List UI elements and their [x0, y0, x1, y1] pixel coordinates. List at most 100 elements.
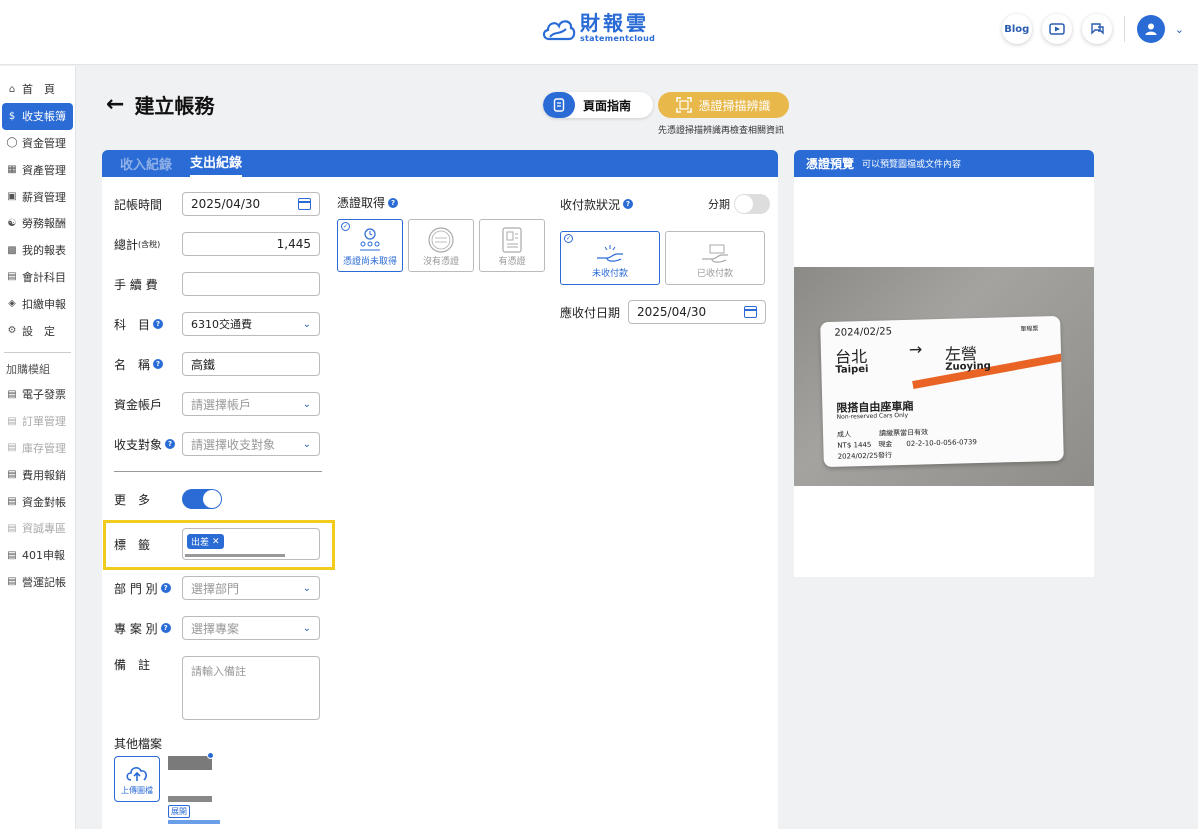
sidebar-item-home[interactable]: ⌂ 首 頁 — [0, 76, 75, 103]
subject-label: 科 目? — [114, 316, 182, 333]
brand-logo[interactable]: 財報雲 statementcloud — [540, 12, 655, 43]
chevron-down-icon: ⌄ — [302, 622, 311, 634]
sidebar-item-operations[interactable]: ▤ 營運記帳 — [0, 569, 75, 596]
expand-button[interactable]: 展開 — [168, 805, 190, 818]
sidebar-item-reconcile[interactable]: ▤ 資金對帳 — [0, 488, 75, 515]
ticket-type: 單程票 — [1020, 325, 1039, 333]
video-icon — [1049, 23, 1065, 35]
chevron-down-icon[interactable]: ⌄ — [1175, 23, 1184, 36]
help-icon[interactable]: ? — [160, 623, 171, 633]
other-files-label: 其他檔案 — [114, 737, 163, 751]
tag-input[interactable]: 出差 ✕ — [182, 528, 320, 560]
upload-button[interactable]: 上傳圖檔 — [114, 756, 160, 802]
sidebar-item-payroll[interactable]: ▣ 薪資管理 — [0, 183, 75, 210]
file-thumbnail-item: 展開 — [168, 752, 220, 824]
voucher-option-label: 憑證尚未取得 — [342, 257, 397, 267]
voucher-preview-card: 憑證預覽 可以預覽圖檔或文件內容 2024/02/25 單程票 台北 → 左營 … — [794, 150, 1094, 577]
account-select[interactable]: 請選擇帳戶 ⌄ — [182, 392, 320, 416]
user-avatar[interactable] — [1136, 15, 1165, 43]
payment-row: 收付款狀況? 分期 — [560, 194, 770, 214]
subject-label-text: 科 目 — [114, 317, 151, 332]
sidebar-item-accounts[interactable]: ▤ 會計科目 — [0, 264, 75, 291]
tag-chip[interactable]: 出差 ✕ — [187, 534, 224, 549]
progress-bar — [168, 820, 220, 824]
total-row: 總計 (含稅) 1,445 — [114, 232, 320, 256]
calendar-icon[interactable] — [744, 306, 757, 318]
installment-group: 分期 — [708, 194, 770, 214]
note-textarea[interactable]: 請輸入備註 — [182, 656, 320, 720]
sidebar-item-label: 設 定 — [22, 324, 55, 338]
sidebar-item-orders[interactable]: ▤ 訂單管理 — [0, 408, 75, 435]
payment-label-text: 收付款狀況 — [560, 197, 621, 212]
sidebar-item-e-invoice[interactable]: ▤ 電子發票 — [0, 381, 75, 408]
sidebar-item-labor[interactable]: ☯ 勞務報酬 — [0, 210, 75, 237]
scan-icon — [676, 97, 693, 113]
help-icon[interactable]: ? — [153, 319, 164, 329]
calendar-icon[interactable] — [298, 198, 311, 210]
total-input[interactable]: 1,445 — [182, 232, 320, 256]
installment-toggle[interactable] — [734, 194, 770, 214]
help-icon[interactable]: ? — [388, 197, 399, 208]
party-select[interactable]: 請選擇收支對象 ⌄ — [182, 432, 320, 456]
name-input[interactable]: 高鐵 — [182, 352, 320, 376]
sidebar-item-funds[interactable]: ◯ 資金管理 — [0, 130, 75, 157]
help-icon[interactable]: ? — [153, 359, 164, 369]
date-input[interactable]: 2025/04/30 — [182, 192, 320, 216]
video-guide-button[interactable] — [1041, 14, 1072, 44]
chevron-down-icon: ⌄ — [302, 438, 311, 450]
help-icon[interactable]: ? — [623, 199, 634, 209]
due-date-input[interactable]: 2025/04/30 — [628, 300, 766, 324]
scan-recognize-button[interactable]: 憑證掃描辨識 — [658, 92, 789, 118]
more-row: 更 多 — [114, 489, 222, 509]
tab-income[interactable]: 收入紀錄 — [120, 154, 172, 177]
voucher-option-none[interactable]: 沒有憑證 — [408, 219, 474, 272]
building-icon: ▦ — [7, 164, 17, 176]
page-guide-button[interactable]: 頁面指南 — [543, 92, 653, 118]
sidebar: ⌂ 首 頁 $ 收支帳簿 ◯ 資金管理 ▦ 資產管理 ▣ 薪資管理 ☯ 勞務報酬 ▩ 我的報表… — [0, 66, 76, 829]
payment-option-paid[interactable]: 已收付款 — [665, 231, 765, 285]
project-select[interactable]: 選擇專案 ⌄ — [182, 616, 320, 640]
check-icon: ✓ — [564, 234, 573, 243]
sidebar-item-pwc-zone[interactable]: ▤ 資誠專區 — [0, 515, 75, 542]
hand-payment-icon — [597, 245, 623, 262]
blog-button[interactable]: Blog — [1001, 14, 1032, 44]
scan-label: 憑證掃描辨識 — [698, 98, 771, 113]
account-placeholder: 請選擇帳戶 — [191, 397, 252, 412]
ticket-photo[interactable]: 2024/02/25 單程票 台北 → 左營 Taipei Zuoying 限搭… — [794, 267, 1094, 486]
sidebar-item-label: 資誠專區 — [22, 522, 66, 536]
voucher-label-text: 憑證取得 — [337, 196, 386, 210]
hsr-ticket: 2024/02/25 單程票 台北 → 左營 Taipei Zuoying 限搭… — [820, 315, 1064, 468]
help-icon[interactable]: ? — [160, 583, 171, 593]
ticket-line: 2024/02/25發行 — [837, 451, 893, 461]
ticket-to-en: Zuoying — [945, 360, 991, 373]
sidebar-item-settings[interactable]: ⚙ 設 定 — [0, 317, 75, 344]
back-arrow-icon[interactable]: ← — [106, 92, 124, 117]
close-icon[interactable]: ✕ — [212, 537, 220, 547]
subject-select[interactable]: 6310交通費 ⌄ — [182, 312, 320, 336]
sidebar-item-label: 收支帳簿 — [22, 110, 66, 124]
remove-dot[interactable] — [207, 752, 214, 759]
other-files-row: 其他檔案 — [114, 735, 182, 752]
sidebar-item-assets[interactable]: ▦ 資產管理 — [0, 156, 75, 183]
file-thumbnail[interactable] — [168, 752, 214, 802]
voucher-option-have[interactable]: 有憑證 — [479, 219, 545, 272]
subject-value: 6310交通費 — [191, 318, 252, 331]
dept-select[interactable]: 選擇部門 ⌄ — [182, 576, 320, 600]
help-icon[interactable]: ? — [165, 439, 176, 449]
scrollbar[interactable] — [185, 554, 285, 557]
due-date-label: 應收付日期 — [560, 305, 621, 320]
more-toggle[interactable] — [182, 489, 222, 509]
payment-option-unpaid[interactable]: ✓ 未收付款 — [560, 231, 660, 285]
sidebar-item-ledger[interactable]: $ 收支帳簿 — [2, 102, 73, 130]
sidebar-item-withholding[interactable]: ◈ 扣繳申報 — [0, 290, 75, 317]
fee-input[interactable] — [182, 272, 320, 296]
voucher-option-pending[interactable]: ✓ 憑證尚未取得 — [337, 219, 403, 272]
sidebar-item-inventory[interactable]: ▤ 庫存管理 — [0, 435, 75, 462]
preview-subtitle: 可以預覽圖檔或文件內容 — [862, 160, 962, 170]
sidebar-item-401[interactable]: ▤ 401申報 — [0, 542, 75, 569]
sidebar-item-expense-claims[interactable]: ▤ 費用報銷 — [0, 461, 75, 488]
date-label: 記帳時間 — [114, 197, 163, 212]
sidebar-item-reports[interactable]: ▩ 我的報表 — [0, 237, 75, 264]
support-button[interactable] — [1081, 14, 1112, 44]
tab-expense[interactable]: 支出紀錄 — [190, 152, 243, 177]
